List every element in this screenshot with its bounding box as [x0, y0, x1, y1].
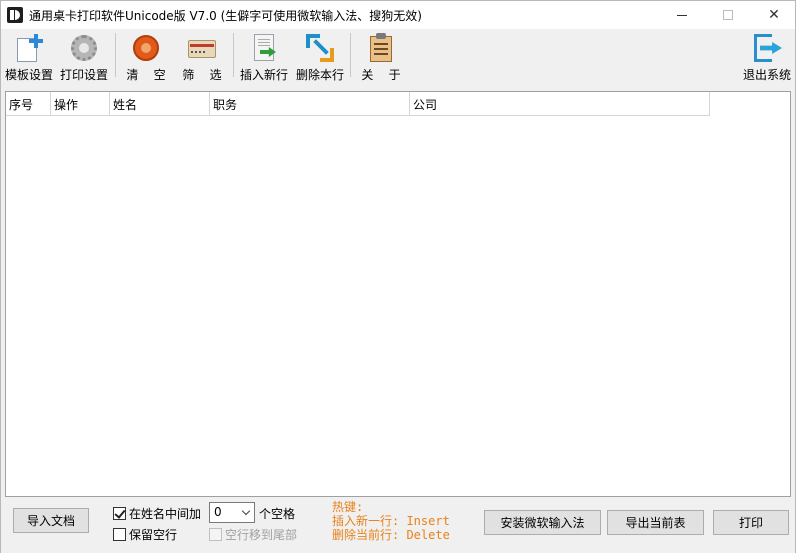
clipboard-icon [365, 32, 397, 62]
title-bar: 通用桌卡打印软件Unicode版 V7.0 (生僻字可使用微软输入法、搜狗无效)… [1, 1, 795, 29]
exit-button[interactable]: 退出系统 [740, 29, 794, 83]
window-title: 通用桌卡打印软件Unicode版 V7.0 (生僻字可使用微软输入法、搜狗无效) [29, 9, 422, 23]
exit-label: 退出系统 [742, 68, 791, 82]
delete-row-button[interactable]: 删除本行 [293, 29, 347, 83]
grid-header: 序号 操作 姓名 职务 公司 [6, 92, 710, 116]
minimize-icon [677, 14, 687, 16]
toolbar-separator [115, 33, 116, 77]
column-header-position[interactable]: 职务 [210, 92, 410, 116]
bottom-panel: 导入文档 在姓名中间加 0 个空格 保留空行 空行移到尾部 热键: 插入新一行:… [1, 499, 795, 553]
hotkey-insert: 插入新一行: Insert [332, 514, 450, 528]
print-settings-button[interactable]: 打印设置 [58, 29, 110, 83]
maximize-button[interactable] [705, 1, 751, 29]
app-window: 通用桌卡打印软件Unicode版 V7.0 (生僻字可使用微软输入法、搜狗无效)… [0, 0, 796, 553]
delete-row-label: 删除本行 [295, 68, 344, 82]
print-settings-label: 打印设置 [59, 68, 108, 82]
column-header-company[interactable]: 公司 [410, 92, 710, 116]
app-logo-icon [7, 7, 23, 23]
data-grid[interactable]: 序号 操作 姓名 职务 公司 [5, 91, 791, 497]
insert-in-name-checkbox[interactable] [113, 507, 126, 520]
filter-card-icon [186, 32, 218, 62]
minimize-button[interactable] [659, 1, 705, 29]
close-button[interactable]: ✕ [751, 1, 796, 29]
delete-row-icon [304, 32, 336, 62]
keep-empty-checkbox[interactable] [113, 528, 126, 541]
move-empty-label: 空行移到尾部 [225, 528, 298, 542]
insert-row-icon [248, 32, 280, 62]
template-settings-button[interactable]: 模板设置 [3, 29, 55, 83]
insert-row-button[interactable]: 插入新行 [237, 29, 291, 83]
hotkey-title: 热键: [332, 500, 364, 514]
column-header-action[interactable]: 操作 [51, 92, 110, 116]
exit-icon [751, 32, 783, 62]
insert-in-name-option[interactable]: 在姓名中间加 [113, 505, 201, 522]
clear-button[interactable]: 清 空 [119, 29, 173, 83]
template-settings-label: 模板设置 [4, 68, 53, 82]
toolbar-separator [350, 33, 351, 77]
insert-row-label: 插入新行 [239, 68, 288, 82]
hotkey-hints: 热键: 插入新一行: Insert 删除当前行: Delete [332, 500, 450, 542]
space-count-select[interactable]: 0 [209, 502, 255, 523]
column-header-name[interactable]: 姓名 [110, 92, 210, 116]
space-unit-label: 个空格 [259, 507, 296, 521]
import-document-button[interactable]: 导入文档 [13, 508, 89, 533]
insert-in-name-label: 在姓名中间加 [129, 507, 202, 521]
move-empty-checkbox [209, 528, 222, 541]
export-table-button[interactable]: 导出当前表 [607, 510, 704, 535]
toolbar: 模板设置 打印设置 清 空 筛 选 插入新行 删除本行 关 于 退出系统 [1, 29, 795, 83]
install-ime-button[interactable]: 安装微软输入法 [484, 510, 601, 535]
close-icon: ✕ [768, 7, 780, 23]
keep-empty-option[interactable]: 保留空行 [113, 526, 177, 543]
template-add-icon [13, 32, 45, 62]
gear-icon [68, 32, 100, 62]
move-empty-option: 空行移到尾部 [209, 526, 297, 543]
toolbar-separator [233, 33, 234, 77]
space-count-value: 0 [214, 505, 222, 519]
clear-label: 清 空 [126, 68, 166, 82]
column-header-index[interactable]: 序号 [6, 92, 51, 116]
about-label: 关 于 [361, 68, 401, 82]
filter-label: 筛 选 [182, 68, 222, 82]
clear-icon [130, 32, 162, 62]
about-button[interactable]: 关 于 [354, 29, 408, 83]
keep-empty-label: 保留空行 [129, 528, 178, 542]
filter-button[interactable]: 筛 选 [175, 29, 229, 83]
print-button[interactable]: 打印 [713, 510, 789, 535]
maximize-icon [723, 10, 733, 20]
chevron-down-icon [241, 506, 251, 516]
hotkey-delete: 删除当前行: Delete [332, 528, 450, 542]
